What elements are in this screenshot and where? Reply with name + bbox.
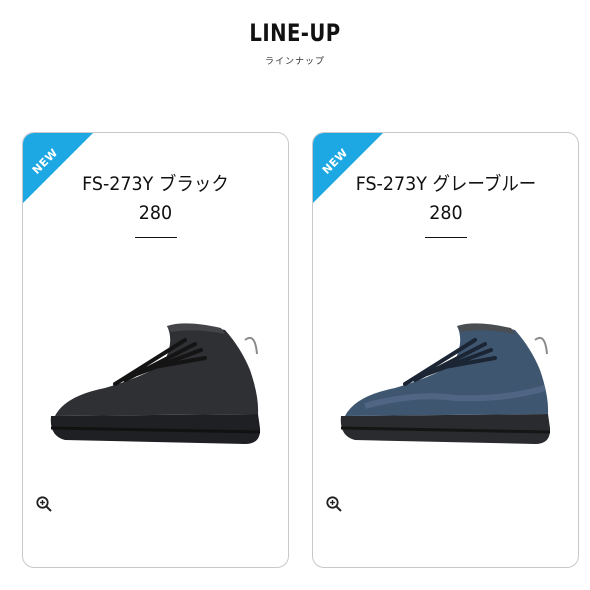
zoom-in-icon[interactable]: [325, 495, 343, 513]
product-card-grey-blue[interactable]: NEW FS-273Y グレーブルー 280: [312, 132, 579, 568]
page-subtitle: ラインナップ: [264, 57, 325, 67]
product-name: FS-273Y ブラック 280: [82, 173, 229, 224]
divider: [135, 237, 177, 238]
page-title: LINE-UP: [249, 19, 341, 47]
shoe-image: [340, 323, 551, 444]
shoe-image: [50, 323, 261, 444]
product-card-black[interactable]: NEW FS-273Y ブラック 280: [22, 132, 289, 568]
divider: [425, 237, 467, 238]
product-name: FS-273Y グレーブルー 280: [355, 173, 537, 224]
zoom-in-icon[interactable]: [35, 495, 53, 513]
